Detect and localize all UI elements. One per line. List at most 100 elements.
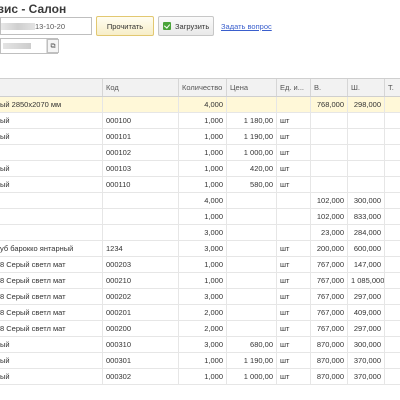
table-cell: 102,000	[310, 193, 347, 208]
column-header[interactable]: Ш.	[347, 79, 384, 96]
column-header[interactable]: Т.	[384, 79, 400, 96]
table-cell: 1 180,00	[226, 113, 276, 128]
table-cell: 680,00	[226, 337, 276, 352]
table-row[interactable]: 8 Серый светл мат 000202 3,000 шт 767,000 297…	[0, 289, 400, 305]
blurred-text	[3, 43, 31, 49]
load-icon	[163, 22, 171, 30]
table-cell	[0, 145, 102, 160]
table-cell	[276, 225, 310, 240]
table-cell: 1,000	[178, 161, 226, 176]
table-cell: 2,000	[178, 305, 226, 320]
table-cell: 300,000	[347, 193, 384, 208]
table-cell: шт	[276, 241, 310, 256]
table-cell	[347, 177, 384, 192]
table-cell: 000200	[102, 321, 178, 336]
table-cell	[310, 129, 347, 144]
table-cell: шт	[276, 321, 310, 336]
open-icon[interactable]: ⧉	[47, 39, 59, 53]
table-cell: 600,000	[347, 241, 384, 256]
table-cell: 1234	[102, 241, 178, 256]
load-label: Загрузить	[175, 21, 210, 31]
table-cell: 8 Серый светл мат	[0, 324, 66, 333]
table-cell	[226, 97, 276, 112]
column-header[interactable]: Ед. и...	[276, 79, 310, 96]
table-row[interactable]: ый 000110 1,000 580,00 шт	[0, 177, 400, 193]
table-row[interactable]: ый 2850x2070 мм 4,000 768,000298,0003	[0, 97, 400, 113]
table-row[interactable]: 1,000 102,000833,00083	[0, 209, 400, 225]
table-cell: 3,000	[178, 337, 226, 352]
table-cell	[384, 145, 400, 160]
table-cell: 000203	[102, 257, 178, 272]
table-cell	[384, 113, 400, 128]
table-row[interactable]: 3,000 23,000284,00047	[0, 225, 400, 241]
table-cell: 284,000	[347, 225, 384, 240]
table-cell: 1,000	[178, 113, 226, 128]
table-cell: 767,000	[310, 257, 347, 272]
table-cell: 1,000	[178, 353, 226, 368]
read-button[interactable]: Прочитать	[96, 16, 154, 36]
table-cell: 000210	[102, 273, 178, 288]
table-row[interactable]: уб барокко янтарный 1234 3,000 шт 200,000 600…	[0, 241, 400, 257]
table-cell: 000110	[102, 177, 178, 192]
table-cell: 370,000	[347, 353, 384, 368]
table-row[interactable]: ый 0003011,0001 190,00шт870,000370,00047	[0, 353, 400, 369]
table-cell	[310, 161, 347, 176]
table-cell: 000202	[102, 289, 178, 304]
table-row[interactable]: ый 0003103,000680,00шт870,000300,00047	[0, 337, 400, 353]
table-row[interactable]: ый 0003021,0001 000,00шт870,000370,00047	[0, 369, 400, 385]
table-cell: шт	[276, 353, 310, 368]
table-cell: 768,000	[310, 97, 347, 112]
table-row[interactable]: 000102 1,000 1 000,00 шт	[0, 145, 400, 161]
table-cell	[226, 273, 276, 288]
table-cell	[102, 225, 178, 240]
table-cell	[226, 305, 276, 320]
table-cell: 200,000	[310, 241, 347, 256]
table-cell: 1	[384, 289, 400, 304]
table-cell: 1,000	[178, 369, 226, 384]
blurred-text	[1, 23, 35, 30]
table-cell: 3,000	[178, 225, 226, 240]
table-cell: 000102	[102, 145, 178, 160]
table-cell	[310, 113, 347, 128]
date-value: 13-10-20	[35, 22, 66, 31]
column-header[interactable]: Цена	[226, 79, 276, 96]
table-cell: 1,000	[178, 145, 226, 160]
table-row[interactable]: ый 000101 1,000 1 190,00 шт	[0, 129, 400, 145]
table-cell: ый	[0, 340, 10, 349]
table-cell: шт	[276, 113, 310, 128]
load-button[interactable]: Загрузить	[158, 16, 214, 36]
table-cell: ый 2850x2070 мм	[0, 100, 62, 109]
date-field[interactable]: 13-10-20	[0, 17, 92, 35]
table-cell: 2,000	[178, 321, 226, 336]
table-cell: шт	[276, 177, 310, 192]
table-cell	[0, 193, 102, 208]
table-cell: ый	[0, 180, 10, 189]
column-header[interactable]: Код	[102, 79, 178, 96]
table-cell: 8 Серый светл мат	[0, 292, 66, 301]
table-cell: шт	[276, 369, 310, 384]
table-row[interactable]: ый 000100 1,000 1 180,00 шт	[0, 113, 400, 129]
column-header[interactable]: В.	[310, 79, 347, 96]
table-cell: шт	[276, 273, 310, 288]
table-cell	[347, 113, 384, 128]
table-cell: 1 085,000	[347, 273, 384, 288]
table-cell: 000302	[102, 369, 178, 384]
table-cell: 3,000	[178, 289, 226, 304]
table-row[interactable]: ый 000103 1,000 420,00 шт	[0, 161, 400, 177]
ask-question-link[interactable]: Задать вопрос	[221, 22, 272, 31]
table-cell	[226, 225, 276, 240]
table-row[interactable]: 4,000 102,000300,00013	[0, 193, 400, 209]
table-row[interactable]: 8 Серый светл мат 000210 1,000 шт 767,000 1 0…	[0, 273, 400, 289]
table-cell	[310, 177, 347, 192]
table-row[interactable]: 8 Серый светл мат 000200 2,000 шт 767,000 297…	[0, 321, 400, 337]
table-row[interactable]: 8 Серый светл мат 000203 1,000 шт 767,000 147…	[0, 257, 400, 273]
table-row[interactable]: 8 Серый светл мат 000201 2,000 шт 767,000 409…	[0, 305, 400, 321]
table-cell: 1,000	[178, 177, 226, 192]
table-cell: ый	[0, 164, 10, 173]
column-header[interactable]	[0, 79, 102, 96]
table-cell: 1 190,00	[226, 129, 276, 144]
table-cell: 4,000	[178, 97, 226, 112]
column-header[interactable]: Количество	[178, 79, 226, 96]
table-cell: шт	[276, 161, 310, 176]
table-cell: 370,000	[347, 369, 384, 384]
